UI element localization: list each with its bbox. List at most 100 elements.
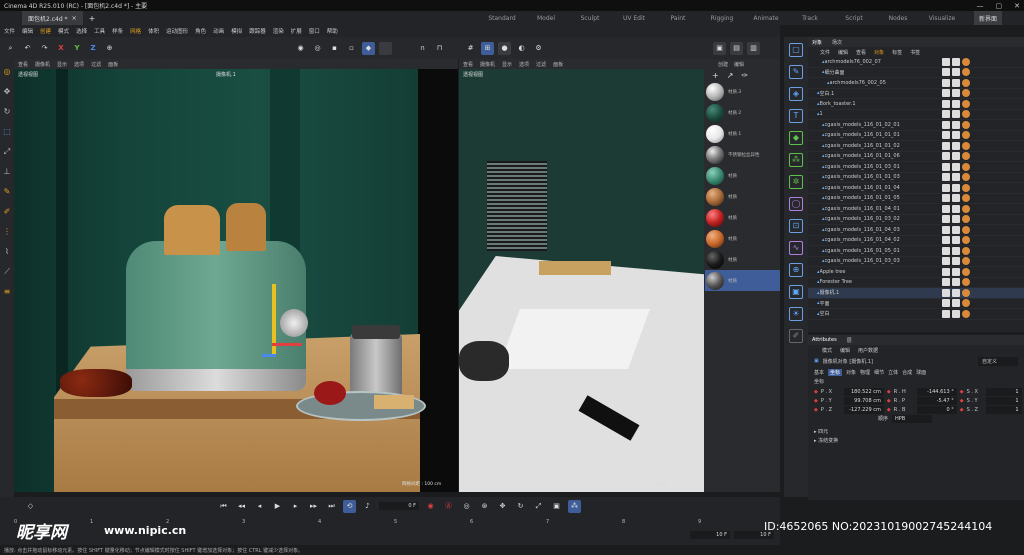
menu-extensions[interactable]: 扩展 (291, 27, 302, 35)
field-icon[interactable]: ◯ (789, 197, 803, 211)
material-tag-icon[interactable] (962, 99, 970, 108)
viewport2-menu-panel[interactable]: 面板 (553, 61, 563, 68)
material-tag-icon[interactable] (962, 204, 970, 213)
position-key-icon[interactable]: ✥ (496, 500, 509, 513)
spline-icon[interactable]: ∿ (789, 241, 803, 255)
tag-icon[interactable] (942, 68, 950, 77)
tag-icon[interactable] (952, 267, 960, 276)
viewport2-menu-options[interactable]: 选项 (519, 61, 529, 68)
tag-icon[interactable] (952, 162, 960, 171)
viewport2-menu-cameras[interactable]: 摄像机 (480, 61, 495, 68)
material-tag-icon[interactable] (962, 78, 970, 87)
object-menu-edit[interactable]: 编辑 (838, 49, 848, 56)
text-icon[interactable]: T (789, 109, 803, 123)
object-row[interactable]: ▴ archmodels76_002_05 (808, 78, 1024, 89)
menu-spline[interactable]: 样条 (112, 27, 123, 35)
tag-icon[interactable] (942, 299, 950, 308)
tab-takes[interactable]: 场次 (832, 39, 842, 46)
tag-icon[interactable] (942, 257, 950, 266)
keyframe-selection-icon[interactable]: ◎ (460, 500, 473, 513)
add-material-icon[interactable]: + (712, 71, 719, 80)
redo-icon[interactable]: ↷ (38, 42, 51, 55)
material-tag-icon[interactable] (962, 215, 970, 224)
viewport1-menu-cameras[interactable]: 摄像机 (35, 61, 50, 68)
material-menu-edit[interactable]: 编辑 (734, 61, 744, 68)
object-tags[interactable] (942, 78, 970, 87)
magnet-icon[interactable]: ∩ (416, 42, 429, 55)
param-key-icon[interactable]: ▣ (550, 500, 563, 513)
rotation-order-dropdown[interactable]: HPB (892, 414, 933, 423)
scale-field[interactable]: 1 (985, 387, 1022, 396)
maximize-button[interactable]: ▢ (996, 2, 1003, 10)
layout-tab-uv-edit[interactable]: UV Edit (612, 11, 656, 25)
viewport1-menu-options[interactable]: 选项 (74, 61, 84, 68)
material-tag-icon[interactable] (962, 183, 970, 192)
object-row[interactable]: ▴ cgaxis_models_116_01_04_02 (808, 236, 1024, 246)
object-tags[interactable] (942, 288, 970, 297)
go-end-icon[interactable]: ⏭ (325, 500, 338, 513)
material-tag-icon[interactable] (962, 246, 970, 255)
tab-attributes[interactable]: Attributes (812, 337, 837, 343)
object-menu-object[interactable]: 对象 (874, 49, 884, 56)
tag-icon[interactable] (942, 194, 950, 203)
layout-tab-model[interactable]: Model (524, 11, 568, 25)
menu-file[interactable]: 文件 (4, 27, 15, 35)
menu-edit[interactable]: 编辑 (22, 27, 33, 35)
material-tag-icon[interactable] (962, 68, 970, 77)
object-tags[interactable] (942, 204, 970, 213)
object-menu-tags[interactable]: 标签 (892, 49, 902, 56)
subtab-coord[interactable]: 坐标 (828, 368, 843, 376)
tag-icon[interactable] (952, 68, 960, 77)
keyframe-dot-icon[interactable]: ◆ (814, 389, 818, 395)
gizmo-z-axis[interactable] (262, 354, 276, 357)
render-picture-icon[interactable]: ▤ (730, 41, 743, 55)
tag-icon[interactable] (942, 141, 950, 150)
material-tag-icon[interactable] (962, 194, 970, 203)
snap-icon[interactable]: ⊞ (481, 41, 494, 55)
tag-icon[interactable] (942, 89, 950, 98)
rotation-field[interactable]: 0 ° (916, 405, 957, 414)
rotate-icon[interactable]: ↻ (2, 107, 12, 117)
axis-x-toggle[interactable]: X (55, 44, 67, 52)
picker-icon[interactable]: ✑ (741, 71, 748, 80)
volume-icon[interactable]: ⊡ (789, 219, 803, 233)
tag-icon[interactable] (952, 246, 960, 255)
tag-icon[interactable] (952, 215, 960, 224)
sculpt-icon[interactable]: ⋮ (2, 227, 12, 237)
object-row[interactable]: ▴ cgaxis_models_116_01_03_01 (808, 162, 1024, 173)
subtab-object[interactable]: 对象 (846, 369, 856, 376)
tag-icon[interactable] (942, 173, 950, 182)
menu-volume[interactable]: 体积 (148, 27, 159, 35)
object-tags[interactable] (942, 162, 970, 171)
material-tag-icon[interactable] (962, 299, 970, 308)
material-item[interactable]: 材质 (705, 207, 780, 228)
object-tags[interactable] (942, 267, 970, 276)
object-row[interactable]: ▴ cgaxis_models_116_01_04_03 (808, 225, 1024, 236)
new-layout-button[interactable]: 新界面 (974, 11, 1003, 25)
tag-icon[interactable] (952, 173, 960, 182)
paint-icon[interactable]: ✐ (2, 207, 12, 217)
object-row[interactable]: ▴ 摄像机.1 (808, 288, 1024, 299)
menu-tracker[interactable]: 跟踪器 (249, 27, 266, 35)
viewport1-scene[interactable]: 透视视图 摄像机.1 网格间距 : 100 cm (14, 69, 458, 492)
object-row[interactable]: ▴ 空白 (808, 309, 1024, 320)
record-icon[interactable]: ◉ (424, 500, 437, 513)
attr-menu-mode[interactable]: 模式 (822, 347, 832, 354)
edit-render-settings-icon[interactable]: ▥ (747, 41, 760, 55)
tag-icon[interactable] (942, 120, 950, 129)
generator-icon[interactable]: ◆ (789, 131, 803, 145)
rotation-field[interactable]: -144.613 ° (916, 387, 957, 396)
scale-field[interactable]: 1 (985, 396, 1022, 405)
tag-icon[interactable] (952, 78, 960, 87)
material-tag-icon[interactable] (962, 162, 970, 171)
object-tags[interactable] (942, 194, 970, 203)
transform-icon[interactable]: ⤢ (2, 147, 12, 157)
group-freeze-transform[interactable]: ▸ 冻结变换 (808, 436, 1024, 445)
axis-tool-icon[interactable]: ⊥ (2, 167, 12, 177)
material-tag-icon[interactable] (962, 57, 970, 66)
keyframe-dot-icon[interactable]: ◆ (814, 407, 818, 413)
material-item[interactable]: 材质.2 (705, 102, 780, 123)
material-tag-icon[interactable] (962, 89, 970, 98)
subtab-composition[interactable]: 合成 (902, 369, 912, 376)
cylinder-icon[interactable]: ◈ (789, 87, 803, 101)
